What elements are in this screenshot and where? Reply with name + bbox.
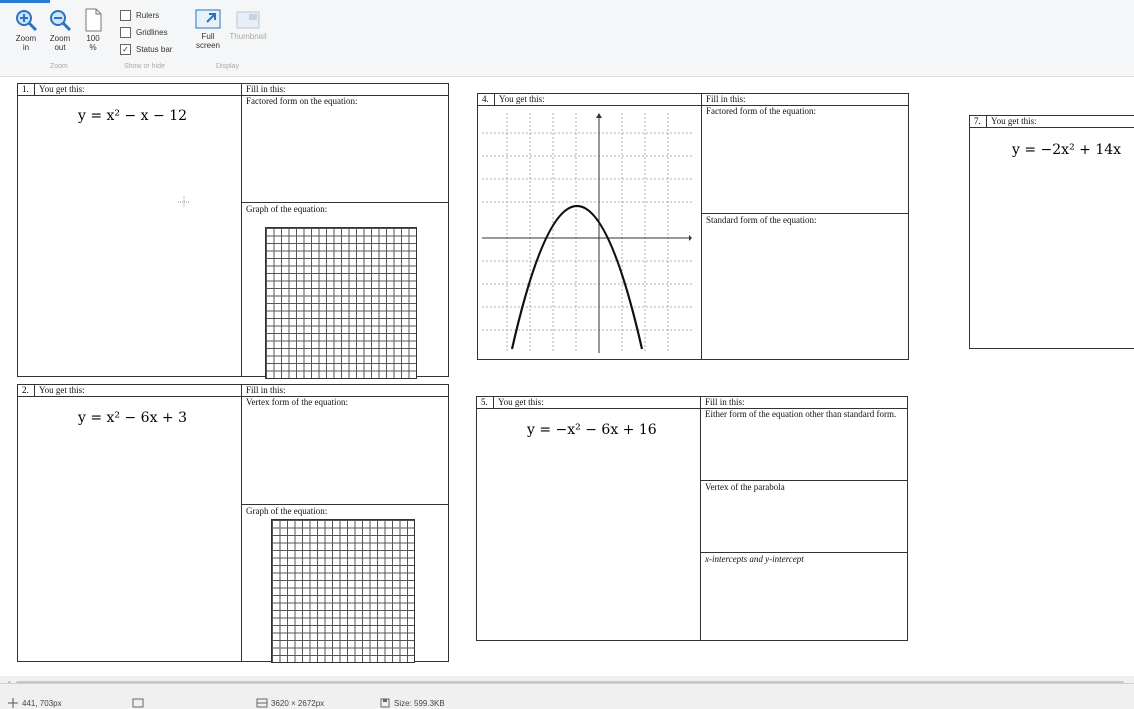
prompt-other-form: Either form of the equation other than s… bbox=[705, 409, 897, 419]
problem-number: 1. bbox=[22, 84, 29, 94]
crosshair-cursor-icon bbox=[178, 195, 190, 208]
divider bbox=[494, 93, 495, 105]
graph-paper-grid bbox=[271, 519, 415, 663]
full-screen-label: Full screen bbox=[195, 32, 220, 50]
rulers-checkbox-box[interactable] bbox=[120, 10, 131, 21]
zoom-in-label: Zoom in bbox=[15, 34, 37, 52]
divider bbox=[241, 384, 242, 662]
prompt-factored-form: Factored form on the equation: bbox=[246, 96, 358, 106]
divider bbox=[700, 396, 701, 641]
you-get-this-label: You get this: bbox=[39, 84, 85, 94]
graph-paper-grid bbox=[265, 227, 417, 379]
active-tab-indicator bbox=[0, 0, 50, 3]
prompt-factored-form: Factored form of the equation: bbox=[706, 106, 816, 116]
image-dimensions: 3620 × 2672px bbox=[271, 699, 325, 708]
status-bar-checkbox-box[interactable]: ✓ bbox=[120, 44, 131, 55]
equation: y = −2x² + 14x bbox=[1012, 142, 1122, 158]
divider bbox=[17, 396, 449, 397]
parabola-graph bbox=[482, 113, 692, 353]
prompt-standard-form: Standard form of the equation: bbox=[706, 215, 817, 225]
divider bbox=[700, 480, 908, 481]
equation: y = x² − x − 12 bbox=[78, 108, 188, 124]
file-size-icon bbox=[380, 698, 390, 708]
prompt-intercepts: x-intercepts and y-intercept bbox=[705, 554, 804, 564]
status-bar-label: Status bar bbox=[136, 45, 173, 54]
divider bbox=[34, 83, 35, 95]
cursor-position: 441, 703px bbox=[22, 699, 62, 708]
zoom-group-label: Zoom bbox=[50, 63, 68, 70]
divider bbox=[701, 93, 702, 360]
zoom-out-label: Zoom out bbox=[49, 34, 71, 52]
rulers-label: Rulers bbox=[136, 11, 160, 20]
show-hide-group-label: Show or hide bbox=[124, 63, 165, 70]
fill-in-this-label: Fill in this: bbox=[706, 94, 746, 104]
divider bbox=[700, 552, 908, 553]
image-dimensions-icon bbox=[256, 698, 268, 708]
thumbnail-button[interactable]: Thumbnail bbox=[224, 8, 272, 41]
problem-number: 7. bbox=[974, 116, 981, 126]
gridlines-checkbox[interactable]: Gridlines bbox=[120, 27, 168, 38]
divider bbox=[701, 213, 909, 214]
prompt-graph: Graph of the equation: bbox=[246, 506, 328, 516]
problem-number: 4. bbox=[482, 94, 489, 104]
equation: y = −x² − 6x + 16 bbox=[527, 422, 657, 438]
divider bbox=[969, 127, 1134, 128]
selection-size-icon bbox=[132, 698, 144, 708]
prompt-vertex-form: Vertex form of the equation: bbox=[246, 397, 348, 407]
file-size: Size: 599.3KB bbox=[394, 699, 445, 708]
status-bar: 441, 703px 3620 × 2672px Size: 599.3KB bbox=[0, 683, 1134, 709]
divider bbox=[241, 83, 242, 377]
zoom-in-button[interactable]: Zoom in bbox=[10, 8, 42, 52]
divider bbox=[241, 202, 449, 203]
you-get-this-label: You get this: bbox=[39, 385, 85, 395]
ribbon: Zoom in Zoom out 100 % Rulers Gridlines … bbox=[0, 0, 1134, 77]
prompt-graph: Graph of the equation: bbox=[246, 204, 328, 214]
problem-number: 2. bbox=[22, 385, 29, 395]
fill-in-this-label: Fill in this: bbox=[246, 84, 286, 94]
full-screen-button[interactable]: Full screen bbox=[190, 8, 226, 50]
display-group-label: Display bbox=[216, 63, 239, 70]
gridlines-label: Gridlines bbox=[136, 28, 168, 37]
thumbnail-label: Thumbnail bbox=[229, 32, 267, 41]
you-get-this-label: You get this: bbox=[499, 94, 545, 104]
divider bbox=[493, 396, 494, 408]
y-axis-arrow bbox=[596, 113, 602, 118]
you-get-this-label: You get this: bbox=[498, 397, 544, 407]
parabola-curve bbox=[510, 205, 644, 350]
cursor-position-icon bbox=[8, 698, 18, 708]
you-get-this-label: You get this: bbox=[991, 116, 1037, 126]
divider bbox=[34, 384, 35, 396]
divider bbox=[986, 115, 987, 127]
divider bbox=[241, 504, 449, 505]
graph-gridlines bbox=[482, 113, 692, 353]
gridlines-checkbox-box[interactable] bbox=[120, 27, 131, 38]
zoom-out-button[interactable]: Zoom out bbox=[44, 8, 76, 52]
status-bar-checkbox[interactable]: ✓ Status bar bbox=[120, 44, 172, 55]
divider bbox=[477, 105, 909, 106]
divider bbox=[17, 95, 242, 96]
zoom-in-icon bbox=[16, 10, 38, 32]
rulers-checkbox[interactable]: Rulers bbox=[120, 10, 159, 21]
prompt-vertex: Vertex of the parabola bbox=[705, 482, 785, 492]
image-canvas[interactable]: 1. You get this: Fill in this: Factored … bbox=[0, 77, 1134, 683]
x-axis-arrow bbox=[689, 235, 692, 241]
fill-in-this-label: Fill in this: bbox=[246, 385, 286, 395]
full-screen-icon bbox=[195, 9, 221, 29]
actual-size-button[interactable]: 100 % bbox=[78, 8, 108, 52]
zoom-out-icon bbox=[50, 10, 72, 32]
problem-number: 5. bbox=[481, 397, 488, 407]
thumbnail-icon bbox=[236, 11, 260, 29]
equation: y = x² − 6x + 3 bbox=[78, 410, 188, 426]
fill-in-this-label: Fill in this: bbox=[705, 397, 745, 407]
page-icon bbox=[85, 8, 102, 32]
actual-size-label: 100 % bbox=[86, 34, 100, 52]
